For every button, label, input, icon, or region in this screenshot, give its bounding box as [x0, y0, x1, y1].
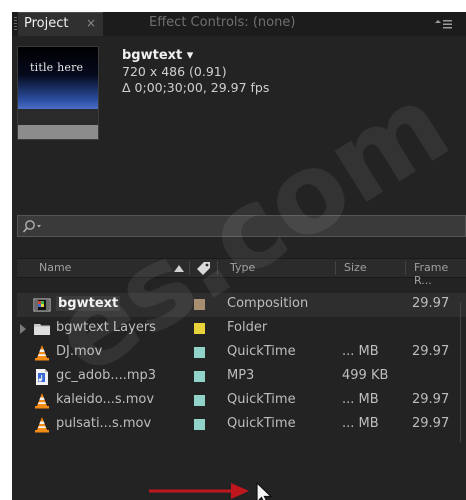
thumbnail-text: title here [30, 61, 84, 74]
column-header-name[interactable]: Name [39, 261, 71, 274]
annotation-arrow [149, 483, 249, 499]
composition-thumbnail: title here [17, 46, 99, 140]
item-duration: Δ 0;00;30;00, 29.97 fps [122, 80, 270, 95]
tab-project[interactable]: Project × [18, 12, 103, 36]
scrollbar[interactable] [460, 302, 466, 442]
label-color-swatch[interactable] [194, 371, 205, 382]
row-name: gc_adob....mp3 [56, 368, 157, 383]
row-name: DJ.mov [56, 344, 103, 359]
row-name: pulsati...s.mov [56, 416, 152, 431]
column-header-frame-rate[interactable]: Frame R... [414, 261, 466, 287]
mouse-cursor-icon [256, 482, 273, 500]
table-row[interactable]: pulsati...s.mov QuickTime ... MB 29.97 [17, 413, 466, 437]
composition-icon [33, 296, 51, 314]
project-panel: Project × Effect Controls: (none) title … [12, 12, 466, 500]
table-row[interactable]: bgwtext Layers Folder [17, 317, 466, 341]
tab-effect-controls[interactable]: Effect Controls: (none) [107, 12, 347, 36]
row-frame-rate: 29.97 [412, 416, 450, 431]
search-input[interactable] [17, 215, 466, 237]
table-row[interactable]: gc_adob....mp3 MP3 499 KB [17, 365, 466, 389]
label-color-swatch[interactable] [194, 347, 205, 358]
table-row[interactable]: kaleido...s.mov QuickTime ... MB 29.97 [17, 389, 466, 413]
row-size: ... MB [342, 344, 379, 359]
row-name: kaleido...s.mov [56, 392, 155, 407]
table-row[interactable]: DJ.mov QuickTime ... MB 29.97 [17, 341, 466, 365]
row-type: QuickTime [227, 344, 296, 359]
label-color-swatch[interactable] [194, 419, 205, 430]
table-row[interactable]: bgwtext Composition 29.97 [17, 293, 466, 317]
audio-file-icon [33, 368, 51, 386]
row-type: QuickTime [227, 416, 296, 431]
search-icon [22, 220, 41, 233]
row-name: bgwtext [56, 296, 121, 311]
row-size: ... MB [342, 392, 379, 407]
item-dimensions: 720 x 486 (0.91) [122, 64, 227, 79]
tab-effect-controls-label: Effect Controls: (none) [149, 15, 296, 30]
sort-ascending-icon[interactable] [173, 263, 185, 273]
label-color-swatch[interactable] [194, 323, 205, 334]
column-header-size[interactable]: Size [344, 261, 367, 274]
label-tag-icon[interactable] [195, 260, 213, 276]
row-frame-rate: 29.97 [412, 392, 450, 407]
row-frame-rate: 29.97 [412, 344, 450, 359]
panel-menu-icon[interactable] [432, 16, 456, 32]
row-name: bgwtext Layers [56, 320, 156, 335]
panel-grip-handle[interactable] [14, 17, 17, 31]
row-frame-rate: 29.97 [412, 296, 450, 311]
tab-project-label: Project [24, 16, 69, 31]
close-icon[interactable]: × [86, 16, 96, 30]
tab-bar: Project × Effect Controls: (none) [12, 12, 466, 36]
vlc-cone-icon [33, 416, 51, 434]
row-size: 499 KB [342, 368, 389, 383]
folder-icon [33, 320, 51, 338]
item-info: bgwtext ▾ 720 x 486 (0.91) Δ 0;00;30;00,… [122, 48, 269, 96]
item-name[interactable]: bgwtext ▾ [122, 48, 269, 64]
row-type: Folder [227, 320, 268, 335]
expand-triangle-icon[interactable] [20, 324, 26, 334]
column-headers: Name Type Size Frame R... [17, 258, 466, 287]
vlc-cone-icon [33, 344, 51, 362]
row-type: MP3 [227, 368, 255, 383]
vlc-cone-icon [33, 392, 51, 410]
row-type: Composition [227, 296, 309, 311]
row-type: QuickTime [227, 392, 296, 407]
label-color-swatch[interactable] [194, 395, 205, 406]
row-size: ... MB [342, 416, 379, 431]
column-header-type[interactable]: Type [230, 261, 255, 274]
label-color-swatch[interactable] [194, 299, 205, 310]
